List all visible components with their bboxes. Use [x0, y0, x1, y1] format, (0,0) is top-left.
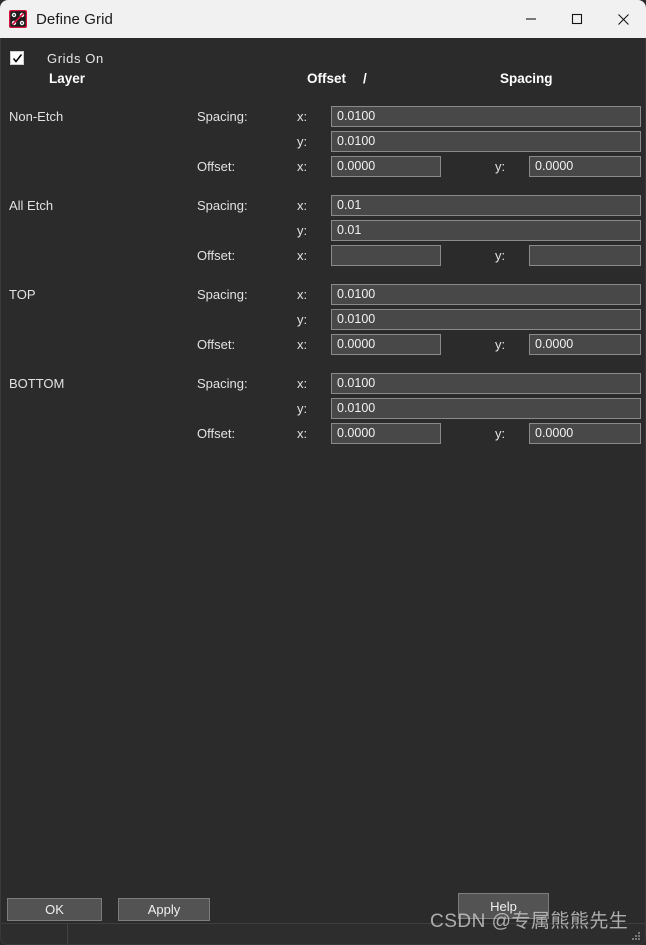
status-bar-divider: [67, 924, 68, 944]
offset-y-input[interactable]: 0.0000: [529, 423, 641, 444]
grids-on-checkbox[interactable]: [10, 51, 24, 65]
axis-label-x: x:: [297, 426, 308, 441]
row-label-spacing: Spacing:: [197, 287, 248, 302]
window-controls: [508, 0, 646, 38]
dialog-body: Grids On Layer Offset / Spacing Non-Etch…: [0, 38, 646, 945]
checkmark-icon: [12, 53, 22, 63]
axis-label-y: y:: [297, 312, 308, 327]
layer-row-spacing-x: Spacing: x: 0.0100: [1, 373, 645, 394]
layer-row-offset: Offset: x: y:: [1, 245, 645, 266]
close-icon: [617, 13, 629, 25]
layer-row-spacing-y: y: 0.0100: [1, 131, 645, 152]
spacing-x-input[interactable]: 0.0100: [331, 284, 641, 305]
row-label-offset: Offset:: [197, 159, 236, 174]
offset-x-input[interactable]: 0.0000: [331, 156, 441, 177]
offset-y-input[interactable]: 0.0000: [529, 334, 641, 355]
resize-grip[interactable]: [631, 931, 641, 941]
axis-label-x: x:: [297, 337, 308, 352]
layer-row-offset: Offset: x: 0.0000 y: 0.0000: [1, 334, 645, 355]
layer-row-spacing-x: Spacing: x: 0.0100: [1, 106, 645, 127]
axis-label-x: x:: [297, 159, 308, 174]
spacing-y-input[interactable]: 0.0100: [331, 398, 641, 419]
spacing-y-input[interactable]: 0.01: [331, 220, 641, 241]
spacing-x-input[interactable]: 0.0100: [331, 373, 641, 394]
minimize-icon: [526, 18, 536, 20]
row-label-offset: Offset:: [197, 337, 236, 352]
offset-y-input[interactable]: [529, 245, 641, 266]
grids-on-label: Grids On: [47, 50, 104, 66]
spacing-x-input[interactable]: 0.0100: [331, 106, 641, 127]
offset-x-input[interactable]: 0.0000: [331, 334, 441, 355]
minimize-button[interactable]: [508, 0, 554, 38]
spacing-y-input[interactable]: 0.0100: [331, 131, 641, 152]
row-label-spacing: Spacing:: [197, 376, 248, 391]
axis-label-x: x:: [297, 198, 308, 213]
define-grid-dialog: Define Grid Grids On Layer Offset / Spac…: [0, 0, 646, 945]
axis-label-y: y:: [495, 159, 506, 174]
ok-button[interactable]: OK: [7, 898, 102, 921]
layer-row-spacing-y: y: 0.01: [1, 220, 645, 241]
spacing-y-input[interactable]: 0.0100: [331, 309, 641, 330]
offset-x-input[interactable]: [331, 245, 441, 266]
layer-row-offset: Offset: x: 0.0000 y: 0.0000: [1, 156, 645, 177]
offset-x-input[interactable]: 0.0000: [331, 423, 441, 444]
help-button[interactable]: Help: [458, 893, 549, 919]
axis-label-x: x:: [297, 376, 308, 391]
axis-label-y: y:: [495, 337, 506, 352]
axis-label-y: y:: [297, 223, 308, 238]
maximize-button[interactable]: [554, 0, 600, 38]
row-label-offset: Offset:: [197, 426, 236, 441]
axis-label-x: x:: [297, 287, 308, 302]
layer-row-spacing-y: y: 0.0100: [1, 398, 645, 419]
apply-button[interactable]: Apply: [118, 898, 210, 921]
close-button[interactable]: [600, 0, 646, 38]
layer-row-spacing-x: Spacing: x: 0.0100: [1, 284, 645, 305]
status-bar: [2, 924, 645, 944]
header-offset: Offset: [307, 71, 347, 86]
row-label-spacing: Spacing:: [197, 198, 248, 213]
grid-app-icon: [9, 10, 27, 28]
axis-label-y: y:: [495, 248, 506, 263]
axis-label-y: y:: [297, 134, 308, 149]
row-label-offset: Offset:: [197, 248, 236, 263]
header-separator: /: [363, 71, 367, 86]
row-label-spacing: Spacing:: [197, 109, 248, 124]
maximize-icon: [571, 13, 583, 25]
axis-label-x: x:: [297, 248, 308, 263]
offset-y-input[interactable]: 0.0000: [529, 156, 641, 177]
spacing-x-input[interactable]: 0.01: [331, 195, 641, 216]
layer-row-spacing-y: y: 0.0100: [1, 309, 645, 330]
axis-label-y: y:: [495, 426, 506, 441]
title-bar: Define Grid: [0, 0, 646, 38]
layer-row-spacing-x: Spacing: x: 0.01: [1, 195, 645, 216]
header-spacing: Spacing: [500, 71, 553, 86]
axis-label-x: x:: [297, 109, 308, 124]
grids-on-row: Grids On: [1, 48, 104, 68]
window-title: Define Grid: [36, 10, 113, 28]
header-layer: Layer: [49, 71, 86, 86]
axis-label-y: y:: [297, 401, 308, 416]
layer-row-offset: Offset: x: 0.0000 y: 0.0000: [1, 423, 645, 444]
column-headers: Layer Offset / Spacing: [1, 71, 645, 93]
